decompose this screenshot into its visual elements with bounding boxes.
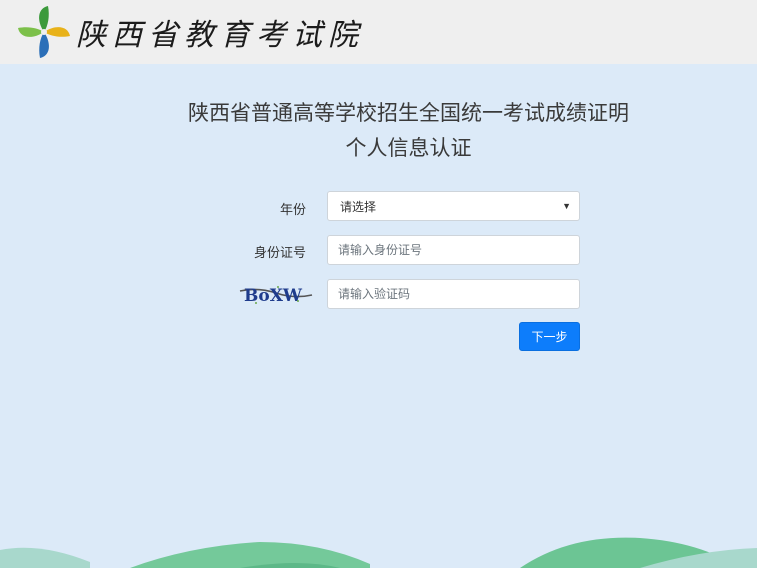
id-number-input[interactable] bbox=[327, 235, 580, 265]
next-step-button[interactable]: 下一步 bbox=[519, 322, 580, 351]
year-select-value: 请选择 bbox=[340, 199, 377, 214]
year-label: 年份 bbox=[279, 202, 306, 217]
page-title: 陕西省普通高等学校招生全国统一考试成绩证明 bbox=[188, 102, 629, 125]
year-select[interactable]: 请选择 ▼ bbox=[327, 191, 580, 221]
captcha-input[interactable] bbox=[327, 279, 580, 309]
chevron-down-icon: ▼ bbox=[562, 201, 571, 211]
captcha-text: BoXW bbox=[244, 286, 303, 306]
page-subtitle: 个人信息认证 bbox=[345, 137, 472, 160]
decorative-waves bbox=[0, 537, 757, 568]
site-header: 陕西省教育考试院 bbox=[0, 0, 757, 64]
pinwheel-logo-icon bbox=[14, 2, 74, 62]
id-number-label: 身份证号 bbox=[253, 245, 306, 260]
captcha-image[interactable]: BoXW bbox=[238, 281, 314, 307]
site-title: 陕西省教育考试院 bbox=[76, 18, 364, 53]
